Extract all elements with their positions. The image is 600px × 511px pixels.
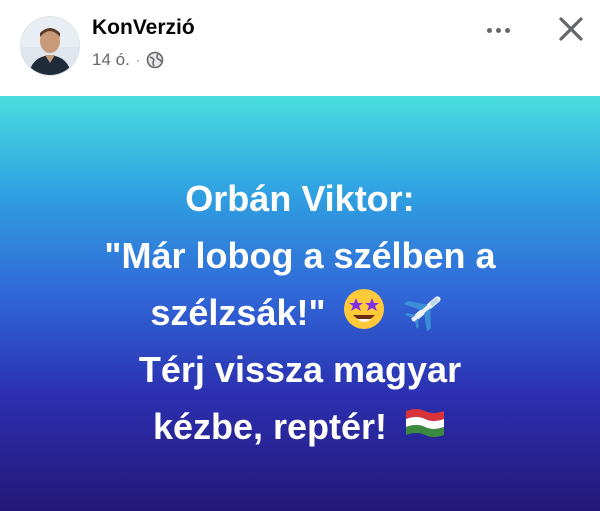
post-text-line: Orbán Viktor: xyxy=(0,170,600,227)
post-text-line: Térj vissza magyar xyxy=(0,341,600,398)
text-line-1: Orbán Viktor: xyxy=(185,178,415,219)
avatar-image xyxy=(21,17,79,75)
text-line-2: "Már lobog a szélben a xyxy=(104,235,496,276)
text-line-5: kézbe, reptér! xyxy=(152,406,388,447)
more-options-button[interactable] xyxy=(476,14,520,46)
more-dot xyxy=(504,27,510,33)
author-avatar[interactable] xyxy=(20,16,80,76)
post-timestamp[interactable]: 14 ó. xyxy=(92,50,130,70)
post-text-line: szélzsák!" xyxy=(0,284,600,341)
post-text-line: kézbe, reptér! xyxy=(0,398,600,455)
text-line-4: Térj vissza magyar xyxy=(138,349,462,390)
post-text: Orbán Viktor: "Már lobog a szélben a szé… xyxy=(0,170,600,455)
post-text-line: "Már lobog a szélben a xyxy=(0,227,600,284)
close-button[interactable] xyxy=(551,9,591,49)
more-dot xyxy=(495,27,501,33)
more-dot xyxy=(486,27,492,33)
airplane-emoji xyxy=(403,296,441,331)
text-line-3: szélzsák!" xyxy=(150,292,326,333)
close-icon xyxy=(559,17,583,41)
globe-icon xyxy=(146,51,164,69)
meta-separator: · xyxy=(135,53,140,67)
post-meta: 14 ó. · xyxy=(92,50,164,70)
hungary-flag-emoji xyxy=(406,409,445,437)
post-background: Orbán Viktor: "Már lobog a szélben a szé… xyxy=(0,96,600,511)
post-header: KonVerzió 14 ó. · xyxy=(0,0,600,96)
star-struck-emoji xyxy=(343,289,384,329)
author-name[interactable]: KonVerzió xyxy=(92,16,195,40)
